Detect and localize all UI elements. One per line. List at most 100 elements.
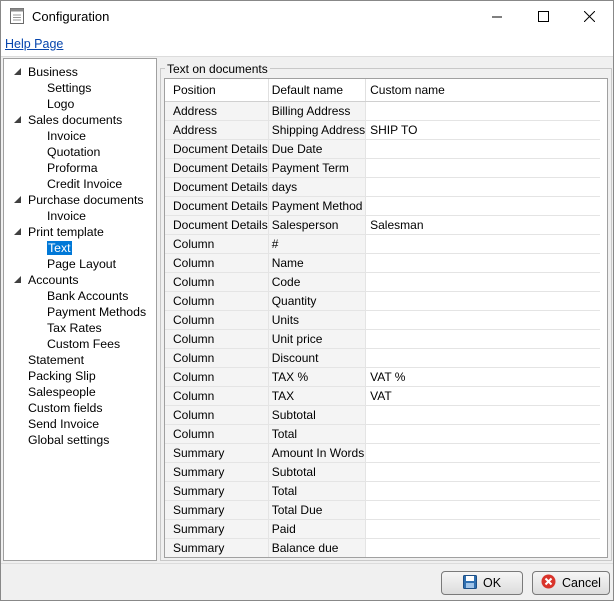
custom-name-cell[interactable] xyxy=(365,291,601,311)
tree-item-packing-slip[interactable]: Packing Slip xyxy=(28,368,96,384)
tree-item-page-layout[interactable]: Page Layout xyxy=(47,256,116,272)
tree-item-text[interactable]: Text xyxy=(47,240,72,256)
tree-item-print-template[interactable]: Print template xyxy=(14,224,104,240)
tree-item-quotation[interactable]: Quotation xyxy=(47,144,100,160)
default-name-cell: Salesperson xyxy=(268,215,367,235)
column-header-custom-name[interactable]: Custom name xyxy=(365,79,601,102)
table-row[interactable]: Column Code xyxy=(165,272,601,292)
tree-item-proforma[interactable]: Proforma xyxy=(47,160,98,176)
custom-name-cell[interactable] xyxy=(365,158,601,178)
default-name-cell: Payment Term xyxy=(268,158,367,178)
text-grid[interactable]: Position Default name Custom name Addres… xyxy=(164,78,608,558)
tree-item-global-settings[interactable]: Global settings xyxy=(28,432,109,448)
table-row[interactable]: Column Unit price xyxy=(165,329,601,349)
custom-name-cell[interactable] xyxy=(365,462,601,482)
table-row[interactable]: Document Details Payment Term xyxy=(165,158,601,178)
tree-item-label: Bank Accounts xyxy=(47,289,129,303)
settings-tree[interactable]: Business Settings Logo Sales documents Invoi… xyxy=(3,58,157,561)
table-row[interactable]: Summary Total Due xyxy=(165,500,601,520)
table-row[interactable]: Summary Subtotal xyxy=(165,462,601,482)
tree-item-logo[interactable]: Logo xyxy=(47,96,74,112)
tree-item-label: Print template xyxy=(28,225,104,239)
column-header-default-name[interactable]: Default name xyxy=(268,79,367,102)
table-row[interactable]: Summary Total xyxy=(165,481,601,501)
table-row[interactable]: Column Discount xyxy=(165,348,601,368)
tree-item-label: Salespeople xyxy=(28,385,96,399)
tree-item-custom-fields[interactable]: Custom fields xyxy=(28,400,103,416)
tree-item-invoice[interactable]: Invoice xyxy=(47,208,86,224)
custom-name-cell[interactable] xyxy=(365,443,601,463)
tree-item-send-invoice[interactable]: Send Invoice xyxy=(28,416,99,432)
help-page-link[interactable]: Help Page xyxy=(5,37,63,51)
ok-button[interactable]: OK xyxy=(441,571,523,595)
custom-name-cell[interactable] xyxy=(365,538,601,557)
custom-name-cell[interactable] xyxy=(365,253,601,273)
custom-name-cell[interactable] xyxy=(365,196,601,216)
custom-name-cell[interactable] xyxy=(365,101,601,121)
table-row[interactable]: Column TAX VAT xyxy=(165,386,601,406)
table-row[interactable]: Address Billing Address xyxy=(165,101,601,121)
table-row[interactable]: Summary Balance due xyxy=(165,538,601,557)
expanded-arrow-icon[interactable] xyxy=(14,276,22,284)
custom-name-cell[interactable] xyxy=(365,272,601,292)
default-name-cell: Shipping Address xyxy=(268,120,367,140)
custom-name-cell[interactable] xyxy=(365,500,601,520)
custom-name-cell[interactable] xyxy=(365,329,601,349)
expanded-arrow-icon[interactable] xyxy=(14,116,22,124)
table-row[interactable]: Column Name xyxy=(165,253,601,273)
table-row[interactable]: Column TAX % VAT % xyxy=(165,367,601,387)
tree-item-invoice[interactable]: Invoice xyxy=(47,128,86,144)
custom-name-cell[interactable]: Salesman xyxy=(365,215,601,235)
tree-item-salespeople[interactable]: Salespeople xyxy=(28,384,96,400)
default-name-cell: days xyxy=(268,177,367,197)
position-cell: Document Details xyxy=(165,139,269,159)
tree-item-tax-rates[interactable]: Tax Rates xyxy=(47,320,102,336)
table-row[interactable]: Column # xyxy=(165,234,601,254)
custom-name-cell[interactable] xyxy=(365,348,601,368)
custom-name-cell[interactable]: SHIP TO xyxy=(365,120,601,140)
custom-name-cell[interactable] xyxy=(365,481,601,501)
table-row[interactable]: Column Quantity xyxy=(165,291,601,311)
tree-item-custom-fees[interactable]: Custom Fees xyxy=(47,336,120,352)
tree-item-payment-methods[interactable]: Payment Methods xyxy=(47,304,146,320)
custom-name-cell[interactable] xyxy=(365,310,601,330)
configuration-window: Configuration Help Page Business Settings… xyxy=(0,0,614,601)
position-cell: Document Details xyxy=(165,158,269,178)
maximize-button[interactable] xyxy=(520,1,566,32)
tree-item-statement[interactable]: Statement xyxy=(28,352,84,368)
tree-item-accounts[interactable]: Accounts xyxy=(14,272,79,288)
table-row[interactable]: Document Details Salesperson Salesman xyxy=(165,215,601,235)
custom-name-cell[interactable] xyxy=(365,519,601,539)
table-row[interactable]: Document Details Payment Method xyxy=(165,196,601,216)
table-row[interactable]: Document Details Due Date xyxy=(165,139,601,159)
tree-item-settings[interactable]: Settings xyxy=(47,80,91,96)
tree-item-business[interactable]: Business xyxy=(14,64,78,80)
table-row[interactable]: Summary Amount In Words xyxy=(165,443,601,463)
custom-name-cell[interactable] xyxy=(365,177,601,197)
custom-name-cell[interactable] xyxy=(365,139,601,159)
expanded-arrow-icon[interactable] xyxy=(14,196,22,204)
custom-name-cell[interactable] xyxy=(365,234,601,254)
table-row[interactable]: Column Subtotal xyxy=(165,405,601,425)
close-button[interactable] xyxy=(566,1,612,32)
tree-item-sales-documents[interactable]: Sales documents xyxy=(14,112,122,128)
default-name-cell: Subtotal xyxy=(268,462,367,482)
custom-name-cell[interactable] xyxy=(365,424,601,444)
expanded-arrow-icon[interactable] xyxy=(14,228,22,236)
custom-name-cell[interactable] xyxy=(365,405,601,425)
tree-item-purchase-documents[interactable]: Purchase documents xyxy=(14,192,144,208)
tree-item-credit-invoice[interactable]: Credit Invoice xyxy=(47,176,122,192)
table-row[interactable]: Summary Paid xyxy=(165,519,601,539)
custom-name-cell[interactable]: VAT xyxy=(365,386,601,406)
table-row[interactable]: Column Total xyxy=(165,424,601,444)
table-row[interactable]: Column Units xyxy=(165,310,601,330)
expanded-arrow-icon[interactable] xyxy=(14,68,22,76)
cancel-button[interactable]: Cancel xyxy=(532,571,610,595)
position-cell: Summary xyxy=(165,538,269,557)
minimize-button[interactable] xyxy=(474,1,520,32)
tree-item-bank-accounts[interactable]: Bank Accounts xyxy=(47,288,128,304)
table-row[interactable]: Document Details days xyxy=(165,177,601,197)
table-row[interactable]: Address Shipping Address SHIP TO xyxy=(165,120,601,140)
custom-name-cell[interactable]: VAT % xyxy=(365,367,601,387)
column-header-position[interactable]: Position xyxy=(165,79,269,102)
